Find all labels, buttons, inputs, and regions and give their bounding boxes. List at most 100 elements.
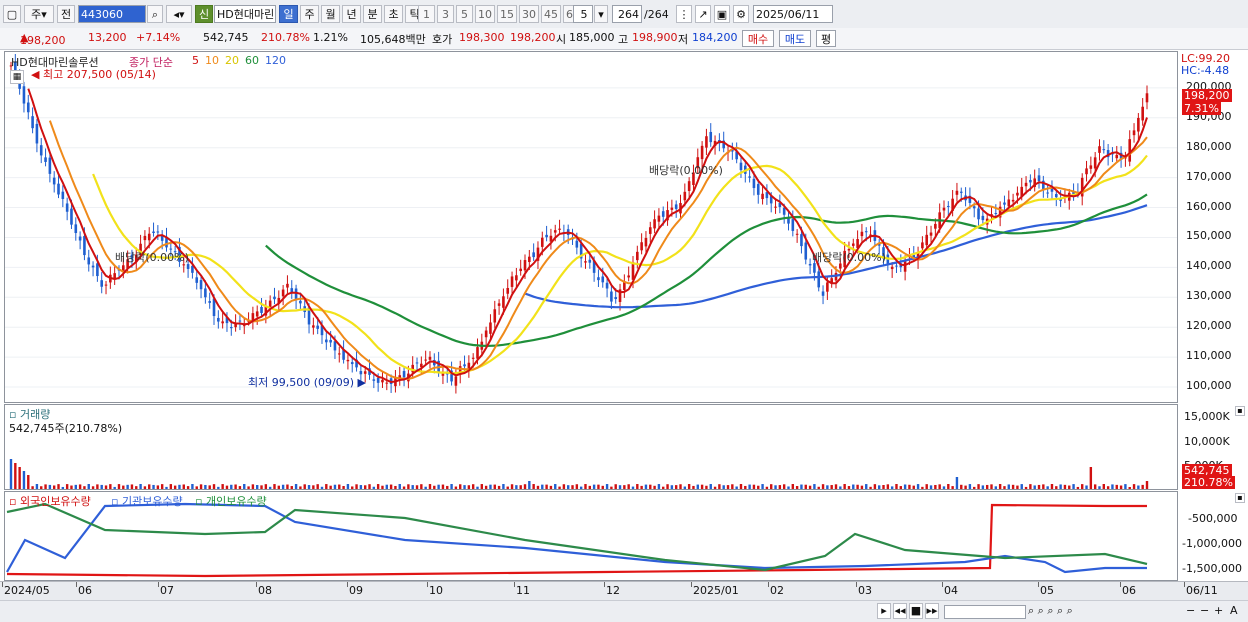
candle [104, 280, 108, 295]
volume-bar [739, 484, 743, 489]
calendar-icon[interactable]: ▦ [10, 70, 24, 84]
candle [277, 290, 281, 311]
price-tick-label: 130,000 [1186, 289, 1232, 303]
volume-bar [83, 486, 86, 489]
last-price-tag: 198,200 [1182, 89, 1232, 102]
volume-bar [912, 485, 915, 489]
close-icon[interactable]: ▪ [1235, 493, 1245, 503]
volume-bar [18, 467, 21, 489]
period-tab[interactable]: 분 [363, 5, 382, 23]
date-tick [256, 582, 257, 587]
prev-button[interactable]: 전 [57, 5, 75, 23]
count-field[interactable]: 264 [612, 5, 642, 23]
volume-bar [65, 484, 69, 489]
buy-button[interactable]: 매수 [742, 30, 774, 47]
period-tab[interactable]: 월 [321, 5, 340, 23]
sell-button[interactable]: 매도 [779, 30, 811, 47]
period-tab[interactable]: 년 [342, 5, 361, 23]
volume-bar [666, 484, 669, 489]
volume-bar [243, 484, 246, 489]
date-tick-label: 10 [429, 584, 443, 597]
volume-summary: 542,745주(210.78%) [9, 422, 123, 435]
volume-bar [925, 484, 928, 489]
volume-bar [843, 484, 846, 489]
interval-button[interactable]: 30 [519, 5, 539, 23]
volume-bar [696, 484, 699, 489]
plus-icon[interactable]: + [1214, 604, 1223, 617]
period-tab[interactable]: 주 [300, 5, 319, 23]
ma120-legend: 120 [265, 54, 286, 67]
fast-forward-icon[interactable]: ▸▸ [925, 603, 939, 619]
last-pct-tag: 7.31% [1182, 102, 1221, 115]
close-icon[interactable]: ▪ [1235, 406, 1245, 416]
volume-bar [268, 486, 272, 489]
candle [532, 243, 535, 261]
volume-bar [562, 484, 566, 489]
volume-bar [908, 484, 911, 489]
bid-price: 198,200 [510, 31, 556, 44]
period-tab[interactable]: 초 [384, 5, 403, 23]
candle [1098, 139, 1101, 161]
stock-code-input[interactable]: 443060 [78, 5, 146, 23]
volume-bar [381, 485, 384, 489]
volume-bar [376, 484, 380, 489]
grid-icon[interactable]: ⋮ [676, 5, 692, 23]
volume-bar [934, 484, 937, 489]
volume-bar [761, 484, 764, 489]
volume-bar [208, 485, 211, 489]
rewind-icon[interactable]: ◂◂ [893, 603, 907, 619]
volume-bar [869, 486, 872, 489]
interval-button[interactable]: 1 [418, 5, 435, 23]
volume-bar [817, 486, 820, 489]
chevron-down-icon[interactable]: ▾ [594, 5, 608, 23]
search-icon[interactable]: ⌕ [147, 5, 163, 23]
volume-bar [40, 486, 43, 489]
date-field[interactable]: 2025/06/11 ▦ [753, 5, 833, 39]
gear-icon[interactable]: ⚙ [733, 5, 749, 23]
save-icon[interactable]: ▣ [714, 5, 730, 23]
candle [1102, 140, 1106, 154]
eval-button[interactable]: 평 [816, 30, 836, 47]
volume-bar [217, 486, 220, 489]
candle [873, 221, 877, 248]
stop-icon[interactable]: ■ [909, 603, 923, 619]
candle [623, 274, 626, 298]
volume-bar [264, 484, 268, 489]
volume-bar [1003, 486, 1006, 489]
candle [238, 314, 242, 331]
volume-bar [135, 486, 138, 489]
stock-name-field[interactable]: HD현대마린 [214, 5, 276, 23]
price-tick-label: 170,000 [1186, 169, 1232, 183]
period-tab[interactable]: 일 [279, 5, 298, 23]
volume-bar [886, 484, 890, 489]
volume-bar [212, 484, 216, 489]
zoom-out-icon[interactable]: − [1186, 604, 1195, 617]
zoom-tools-icon[interactable]: ⌕ ⌕ ⌕ ⌕ ⌕ [1028, 604, 1073, 618]
interval-button[interactable]: 5 [456, 5, 473, 23]
window-icon[interactable]: ▢ [3, 5, 21, 23]
scroll-right-icon[interactable]: ▸ [877, 603, 891, 619]
volume-bar [994, 486, 998, 489]
candle [1033, 169, 1036, 192]
draw-icon[interactable]: ↗ [695, 5, 711, 23]
period-type-select[interactable]: 주▾ [24, 5, 54, 23]
interval-button[interactable]: 15 [497, 5, 517, 23]
volume-bar [692, 485, 695, 489]
volume-bar [1042, 484, 1045, 489]
volume-bar [826, 485, 829, 489]
auto-icon[interactable]: A [1230, 604, 1238, 617]
candle [1111, 147, 1114, 163]
volume-bar [104, 485, 108, 489]
high-label: 고 [618, 33, 629, 46]
interval-button[interactable]: 10 [475, 5, 495, 23]
interval-button[interactable]: 45 [541, 5, 561, 23]
volume-bar [813, 484, 816, 489]
volume-bar [1137, 485, 1140, 489]
dividend-annotation-3: 배당락(0.00%) [812, 251, 886, 264]
custom-interval-field[interactable]: 5 [573, 5, 593, 23]
scroll-track[interactable] [944, 605, 1026, 619]
new-badge: 신 [195, 5, 213, 23]
speaker-icon[interactable]: ◂▾ [166, 5, 192, 23]
minus-icon[interactable]: − [1200, 604, 1209, 617]
interval-button[interactable]: 3 [437, 5, 454, 23]
